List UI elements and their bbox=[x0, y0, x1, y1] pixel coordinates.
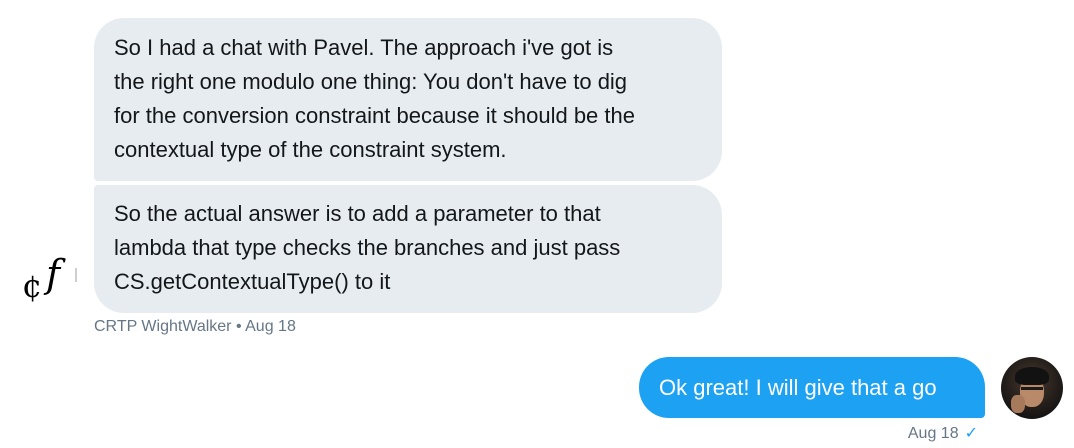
meta-separator: • bbox=[231, 318, 246, 335]
avatar-glyph: f bbox=[46, 252, 61, 296]
incoming-message-meta: CRTP WightWalker • Aug 18 bbox=[94, 317, 296, 337]
outgoing-message-meta: Aug 18 ✓ bbox=[908, 424, 978, 444]
message-line: the right one modulo one thing: You don'… bbox=[114, 69, 628, 94]
avatar-photo-hair bbox=[1015, 367, 1049, 385]
message-timestamp: Aug 18 bbox=[907, 425, 959, 442]
avatar-photo-hand bbox=[1011, 395, 1025, 413]
message-line: contextual type of the constraint system… bbox=[114, 137, 507, 162]
message-line: lambda that type checks the branches and… bbox=[114, 235, 621, 260]
message-line: CS.getContextualType() to it bbox=[114, 269, 391, 294]
sender-avatar[interactable]: ¢ f bbox=[22, 254, 78, 312]
incoming-message-bubble[interactable]: So the actual answer is to add a paramet… bbox=[94, 185, 722, 313]
message-text: Ok great! I will give that a go bbox=[659, 375, 937, 400]
check-icon: ✓ bbox=[964, 425, 978, 442]
outgoing-message-bubble[interactable]: Ok great! I will give that a go bbox=[639, 357, 985, 418]
message-line: So I had a chat with Pavel. The approach… bbox=[114, 35, 614, 60]
message-line: So the actual answer is to add a paramet… bbox=[114, 201, 601, 226]
avatar-decoration bbox=[75, 268, 77, 282]
message-line: for the conversion constraint because it… bbox=[114, 103, 635, 128]
user-avatar[interactable] bbox=[1001, 357, 1063, 419]
sender-name[interactable]: CRTP WightWalker bbox=[94, 318, 232, 335]
message-timestamp: Aug 18 bbox=[245, 318, 296, 335]
avatar-photo-glasses bbox=[1021, 387, 1043, 390]
avatar-glyph: ¢ bbox=[22, 267, 43, 305]
incoming-message-bubble[interactable]: So I had a chat with Pavel. The approach… bbox=[94, 18, 722, 181]
conversation: So I had a chat with Pavel. The approach… bbox=[0, 0, 1074, 448]
